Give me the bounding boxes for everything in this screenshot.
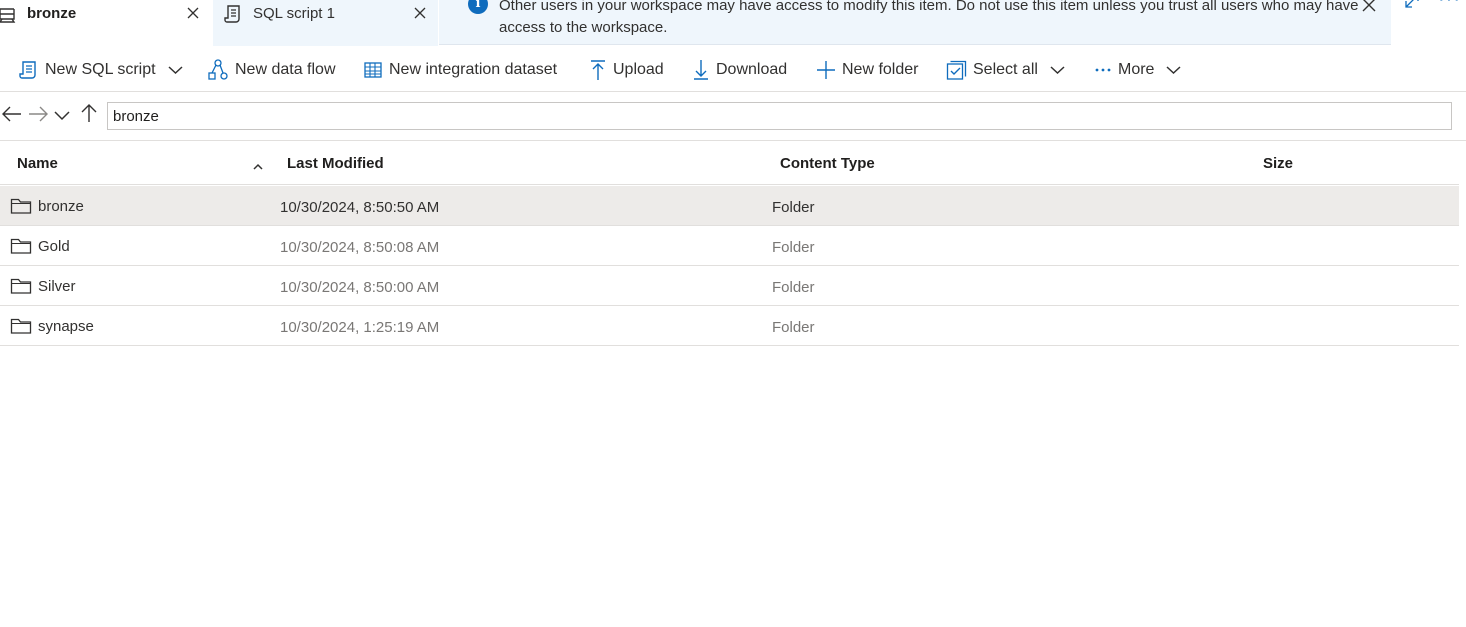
row-content-type: Folder (772, 199, 815, 216)
upload-icon (589, 59, 607, 81)
row-name[interactable]: bronze (38, 198, 84, 215)
expand-icon[interactable] (1403, 0, 1421, 15)
up-arrow-icon[interactable] (80, 103, 98, 128)
back-arrow-icon[interactable] (2, 105, 22, 128)
chevron-down-icon[interactable] (54, 108, 70, 126)
new-data-flow-label: New data flow (235, 61, 336, 78)
more-dots-icon (1094, 65, 1112, 75)
toolbar: New SQL script New data flow New integra… (0, 46, 1466, 92)
folder-icon (10, 237, 32, 260)
row-last-modified: 10/30/2024, 8:50:00 AM (280, 279, 440, 296)
chevron-down-icon[interactable] (168, 65, 183, 75)
new-integration-dataset-button[interactable]: New integration dataset (363, 57, 557, 83)
more-options-icon[interactable]: ··· (1438, 0, 1461, 11)
table-row[interactable]: synapse 10/30/2024, 1:25:19 AM Folder (0, 306, 1459, 346)
data-flow-icon (207, 59, 229, 81)
folder-icon (10, 317, 32, 340)
more-label: More (1118, 61, 1155, 78)
navigation-bar (0, 93, 1466, 141)
chevron-down-icon[interactable] (1166, 65, 1181, 75)
new-integration-dataset-label: New integration dataset (389, 61, 558, 78)
folder-icon (10, 277, 32, 300)
close-icon[interactable] (186, 6, 200, 20)
info-icon: i (468, 0, 488, 14)
close-icon[interactable] (413, 6, 427, 20)
close-icon[interactable] (1361, 0, 1377, 18)
chevron-down-icon[interactable] (1050, 65, 1065, 75)
upload-button[interactable]: Upload (589, 57, 664, 83)
path-input[interactable] (107, 102, 1452, 130)
table-row[interactable]: Silver 10/30/2024, 8:50:00 AM Folder (0, 266, 1459, 306)
new-folder-button[interactable]: New folder (816, 57, 918, 83)
row-name[interactable]: Silver (38, 278, 76, 295)
select-all-label: Select all (973, 61, 1038, 78)
workspace-access-notice: i Other users in your workspace may have… (439, 0, 1391, 45)
new-data-flow-button[interactable]: New data flow (207, 57, 336, 83)
tab-strip: bronze SQL script 1 i Other users in you… (0, 0, 1466, 46)
row-content-type: Folder (772, 279, 815, 296)
plus-icon (816, 60, 836, 80)
column-header-size[interactable]: Size (1263, 155, 1293, 172)
tab-sql-script-1[interactable]: SQL script 1 (213, 0, 438, 46)
upload-label: Upload (613, 61, 664, 78)
table-row[interactable]: Gold 10/30/2024, 8:50:08 AM Folder (0, 226, 1459, 266)
select-all-button[interactable]: Select all (946, 57, 1065, 83)
more-button[interactable]: More (1094, 57, 1181, 83)
column-header-content-type[interactable]: Content Type (780, 155, 875, 172)
row-name[interactable]: synapse (38, 318, 94, 335)
row-last-modified: 10/30/2024, 8:50:50 AM (280, 199, 440, 216)
download-icon (692, 59, 710, 81)
tab-bronze[interactable]: bronze (0, 0, 212, 46)
notice-text: Other users in your workspace may have a… (499, 0, 1359, 36)
table-grid-icon (363, 60, 383, 80)
column-header-name[interactable]: Name (17, 155, 58, 172)
row-content-type: Folder (772, 319, 815, 336)
row-last-modified: 10/30/2024, 8:50:08 AM (280, 239, 440, 256)
download-label: Download (716, 61, 788, 78)
table-header: Name Last Modified Content Type Size (0, 142, 1459, 185)
folder-icon (10, 197, 32, 220)
database-icon (0, 6, 18, 29)
storage-explorer: bronze SQL script 1 i Other users in you… (0, 0, 1466, 627)
row-last-modified: 10/30/2024, 1:25:19 AM (280, 319, 440, 336)
new-folder-label: New folder (842, 61, 919, 78)
sql-script-icon (18, 60, 39, 81)
row-name[interactable]: Gold (38, 238, 70, 255)
table-row[interactable]: bronze 10/30/2024, 8:50:50 AM Folder (0, 186, 1459, 226)
tab-label: bronze (27, 5, 77, 22)
new-sql-script-label: New SQL script (45, 61, 156, 78)
download-button[interactable]: Download (692, 57, 787, 83)
column-header-last-modified[interactable]: Last Modified (287, 155, 384, 172)
tab-label: SQL script 1 (253, 5, 335, 22)
row-content-type: Folder (772, 239, 815, 256)
new-sql-script-button[interactable]: New SQL script (18, 57, 183, 83)
sort-ascending-icon[interactable] (252, 158, 264, 176)
script-icon (223, 4, 243, 29)
forward-arrow-icon[interactable] (28, 105, 48, 128)
checkbox-select-icon (946, 60, 967, 81)
